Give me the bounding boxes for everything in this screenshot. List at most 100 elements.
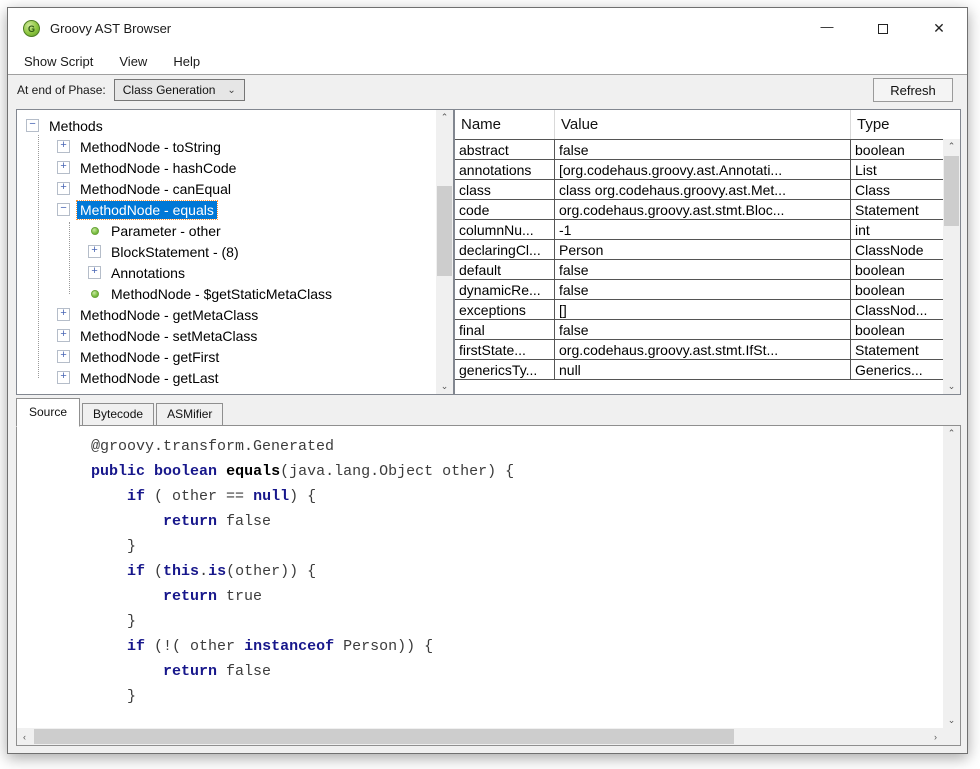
tree-item-label-selected: MethodNode - equals (77, 201, 217, 219)
code-line: } (55, 534, 943, 559)
table-row[interactable]: columnNu...-1int (455, 220, 943, 240)
expand-plus-icon[interactable]: + (57, 308, 70, 321)
phase-dropdown-value: Class Generation (123, 83, 216, 97)
tree-item[interactable]: MethodNode - $getStaticMetaClass (17, 283, 436, 304)
app-window: G Groovy AST Browser — ✕ Show ScriptView… (7, 7, 968, 754)
table-cell-value: org.codehaus.groovy.ast.stmt.IfSt... (555, 340, 851, 359)
table-cell-value: org.codehaus.groovy.ast.stmt.Bloc... (555, 200, 851, 219)
collapse-minus-icon[interactable]: − (26, 119, 39, 132)
groovy-app-icon: G (23, 20, 40, 37)
output-tabs: SourceBytecodeASMifier (16, 399, 225, 426)
tree-vertical-scrollbar: ⌃ ⌄ (436, 110, 453, 394)
expand-plus-icon[interactable]: + (57, 182, 70, 195)
expand-plus-icon[interactable]: + (57, 161, 70, 174)
table-row[interactable]: finalfalseboolean (455, 320, 943, 340)
close-button[interactable]: ✕ (911, 8, 967, 49)
table-row[interactable]: genericsTy...nullGenerics... (455, 360, 943, 380)
tree-item-label: MethodNode - hashCode (77, 159, 239, 177)
menu-bar: Show Script View Help (8, 49, 967, 74)
expand-plus-icon[interactable]: + (57, 329, 70, 342)
table-cell-value: false (555, 260, 851, 279)
table-row[interactable]: firstState...org.codehaus.groovy.ast.stm… (455, 340, 943, 360)
expand-plus-icon[interactable]: + (57, 140, 70, 153)
expand-plus-icon[interactable]: + (88, 245, 101, 258)
table-row[interactable]: annotations[org.codehaus.groovy.ast.Anno… (455, 160, 943, 180)
table-cell-type: Statement (851, 340, 943, 359)
phase-dropdown[interactable]: Class Generation ⌄ (114, 79, 245, 101)
scroll-left-icon[interactable]: ‹ (17, 728, 32, 745)
tab-source[interactable]: Source (16, 398, 80, 427)
menu-item-view[interactable]: View (119, 54, 147, 69)
table-cell-value: false (555, 320, 851, 339)
chevron-down-icon: ⌄ (227, 85, 235, 96)
tree-item-label: MethodNode - toString (77, 138, 224, 156)
table-cell-name: default (455, 260, 555, 279)
tab-asmifier[interactable]: ASMifier (156, 403, 223, 426)
maximize-button[interactable] (855, 8, 911, 49)
tree-scrollbar-thumb[interactable] (437, 186, 452, 276)
table-row[interactable]: abstractfalseboolean (455, 140, 943, 160)
column-header-name[interactable]: Name (455, 110, 555, 139)
ast-tree: −Methods+MethodNode - toString+MethodNod… (17, 110, 436, 394)
tree-item[interactable]: Parameter - other (17, 220, 436, 241)
table-row[interactable]: dynamicRe...falseboolean (455, 280, 943, 300)
scroll-up-icon[interactable]: ⌃ (943, 139, 960, 154)
code-line: return false (55, 509, 943, 534)
tree-item[interactable]: +MethodNode - getFirst (17, 346, 436, 367)
code-scrollbar-thumb[interactable] (34, 729, 734, 744)
tab-bytecode[interactable]: Bytecode (82, 403, 154, 426)
tree-item[interactable]: + MethodNode - hashCode (17, 157, 436, 178)
output-area: SourceBytecodeASMifier @groovy.transform… (16, 399, 961, 746)
table-row[interactable]: exceptions[]ClassNod... (455, 300, 943, 320)
code-line: public boolean equals(java.lang.Object o… (55, 459, 943, 484)
table-row[interactable]: defaultfalseboolean (455, 260, 943, 280)
tree-item[interactable]: +MethodNode - getLast (17, 367, 436, 388)
scroll-down-icon[interactable]: ⌄ (436, 379, 453, 394)
table-cell-value: -1 (555, 220, 851, 239)
table-row[interactable]: declaringCl...PersonClassNode (455, 240, 943, 260)
scrollbar-corner (943, 728, 960, 745)
table-row[interactable]: codeorg.codehaus.groovy.ast.stmt.Bloc...… (455, 200, 943, 220)
scroll-right-icon[interactable]: › (928, 728, 943, 745)
code-line: @groovy.transform.Generated (55, 434, 943, 459)
source-code-view[interactable]: @groovy.transform.Generated public boole… (17, 426, 943, 728)
table-cell-type: ClassNod... (851, 300, 943, 319)
table-cell-value: class org.codehaus.groovy.ast.Met... (555, 180, 851, 199)
tree-item-label: MethodNode - getMetaClass (77, 306, 261, 324)
table-vertical-scrollbar: ⌃ ⌄ (943, 139, 960, 394)
column-header-value[interactable]: Value (555, 110, 851, 139)
ast-tree-panel: −Methods+MethodNode - toString+MethodNod… (16, 109, 454, 395)
scroll-up-icon[interactable]: ⌃ (436, 110, 453, 125)
tree-item[interactable]: −Methods (17, 115, 436, 136)
maximize-icon (878, 24, 888, 34)
menu-item-show-script[interactable]: Show Script (24, 54, 93, 69)
scroll-down-icon[interactable]: ⌄ (943, 713, 960, 728)
tree-item[interactable]: +MethodNode - setMetaClass (17, 325, 436, 346)
expand-plus-icon[interactable]: + (57, 350, 70, 363)
table-row[interactable]: classclass org.codehaus.groovy.ast.Met..… (455, 180, 943, 200)
expand-plus-icon[interactable]: + (57, 371, 70, 384)
tree-item[interactable]: −MethodNode - equals (17, 199, 436, 220)
tree-item[interactable]: +MethodNode - canEqual (17, 178, 436, 199)
phase-label: At end of Phase: (17, 83, 106, 97)
table-scrollbar-thumb[interactable] (944, 156, 959, 226)
refresh-button[interactable]: Refresh (873, 78, 953, 102)
tree-item-label: Parameter - other (108, 222, 224, 240)
tree-item[interactable]: +Annotations (17, 262, 436, 283)
leaf-node-icon (91, 290, 99, 298)
expand-plus-icon[interactable]: + (88, 266, 101, 279)
code-line: return false (55, 659, 943, 684)
menu-item-help[interactable]: Help (173, 54, 200, 69)
scroll-down-icon[interactable]: ⌄ (943, 379, 960, 394)
minimize-button[interactable]: — (799, 8, 855, 49)
table-cell-name: columnNu... (455, 220, 555, 239)
table-cell-name: firstState... (455, 340, 555, 359)
table-cell-type: Class (851, 180, 943, 199)
tree-item[interactable]: +BlockStatement - (8) (17, 241, 436, 262)
scroll-up-icon[interactable]: ⌃ (943, 426, 960, 441)
column-header-type[interactable]: Type (851, 110, 943, 139)
table-cell-type: List (851, 160, 943, 179)
collapse-minus-icon[interactable]: − (57, 203, 70, 216)
tree-item[interactable]: + MethodNode - toString (17, 136, 436, 157)
tree-item[interactable]: + MethodNode - getMetaClass (17, 304, 436, 325)
